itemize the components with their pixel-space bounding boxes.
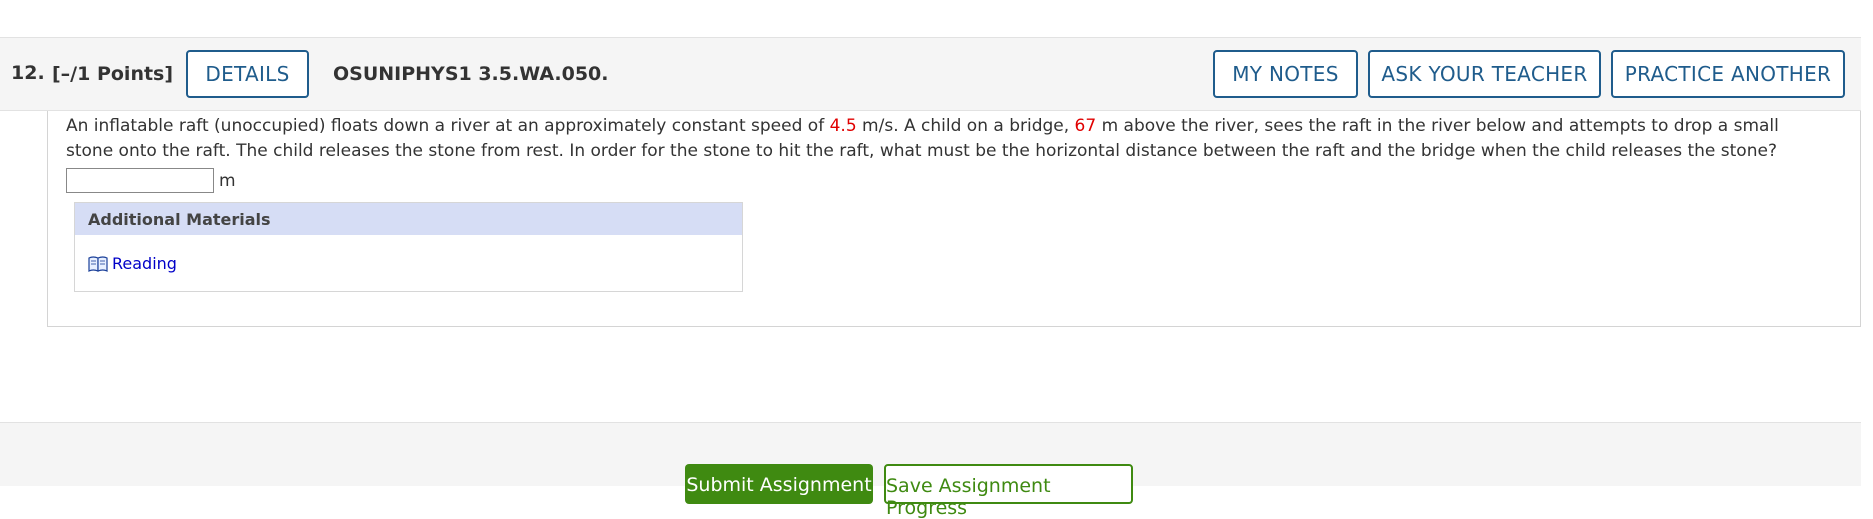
save-progress-button[interactable]: Save Assignment Progress	[884, 464, 1133, 519]
book-icon	[88, 255, 108, 272]
answer-unit: m	[219, 170, 236, 191]
my-notes-button[interactable]: MY NOTES	[1213, 50, 1358, 98]
question-text-part1: An inflatable raft (unoccupied) floats d…	[66, 116, 830, 136]
height-value: 67	[1074, 116, 1097, 136]
reading-label: Reading	[112, 254, 177, 273]
question-text: An inflatable raft (unoccupied) floats d…	[66, 114, 1831, 164]
reading-link[interactable]: Reading	[88, 254, 177, 273]
question-points: [–/1 Points]	[52, 63, 174, 85]
additional-materials: Additional Materials Reading	[74, 202, 743, 292]
question-number: 12.	[11, 62, 45, 84]
question-text-part2: m/s. A child on a bridge,	[856, 116, 1075, 136]
practice-another-button[interactable]: PRACTICE ANOTHER	[1611, 50, 1845, 98]
question-header: 12. [–/1 Points] DETAILS OSUNIPHYS1 3.5.…	[0, 37, 1861, 111]
answer-row: m	[66, 168, 236, 193]
speed-value: 4.5	[829, 116, 857, 136]
additional-materials-title: Additional Materials	[75, 203, 742, 235]
ask-teacher-button[interactable]: ASK YOUR TEACHER	[1368, 50, 1601, 98]
answer-input[interactable]	[66, 168, 214, 193]
question-code: OSUNIPHYS1 3.5.WA.050.	[333, 63, 609, 85]
assignment-footer: Submit Assignment Save Assignment Progre…	[0, 422, 1861, 519]
details-button[interactable]: DETAILS	[186, 50, 309, 98]
submit-assignment-button[interactable]: Submit Assignment	[685, 464, 873, 504]
